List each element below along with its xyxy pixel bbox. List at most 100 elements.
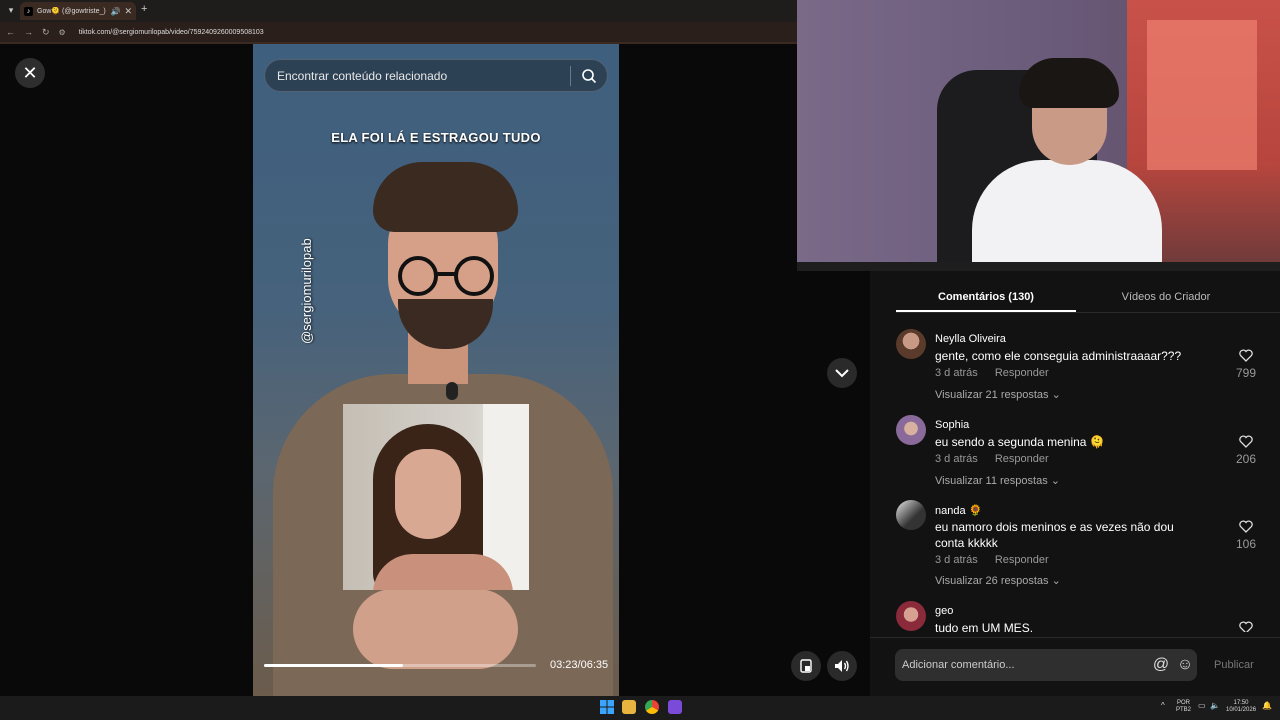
comments-tabs: Comentários (130) Vídeos do Criador (896, 283, 1280, 313)
speaker-icon[interactable]: 🔈 (1210, 702, 1220, 710)
video-time: 03:23/06:35 (550, 659, 609, 671)
keyboard-layout: PTB2 (1176, 707, 1192, 713)
url-field[interactable]: tiktok.com/@sergiomurilopab/video/759240… (79, 29, 264, 36)
video-person-glasses (390, 256, 502, 296)
comment-text: tudo em UM MES. (935, 621, 1034, 632)
clock-time: 17:50 (1233, 700, 1249, 706)
floating-player-icon (800, 659, 812, 673)
network-icon[interactable]: ▭ (1198, 702, 1206, 710)
view-replies-button[interactable]: Visualizar 26 respostas ⌄ (935, 574, 1061, 587)
new-tab-button[interactable]: + (141, 3, 147, 15)
address-bar: ← → ↻ ⚙ tiktok.com/@sergiomurilopab/vide… (0, 22, 797, 42)
comment-time: 3 d atrás (935, 367, 978, 379)
close-icon[interactable]: ✕ (15, 58, 45, 88)
comment-text: gente, como ele conseguia administraaaar… (935, 349, 1182, 363)
comment-text: eu sendo a segunda menina 🫠 (935, 435, 1105, 449)
comment-author[interactable]: Neylla Oliveira (935, 333, 1006, 345)
reply-button[interactable]: Responder (995, 554, 1049, 566)
search-icon[interactable] (571, 68, 607, 84)
chevron-down-icon (835, 369, 849, 378)
tab-creator-videos[interactable]: Vídeos do Criador (1076, 283, 1256, 312)
heart-icon[interactable] (1236, 435, 1256, 453)
video-caption: ELA FOI LÁ E ESTRAGOU TUDO (331, 130, 541, 145)
notification-bell-icon[interactable]: 🔔 (1262, 702, 1272, 710)
site-info-icon[interactable]: ⚙ (59, 28, 66, 37)
related-content-search[interactable]: Encontrar conteúdo relacionado (264, 59, 608, 92)
video-person-hair (373, 162, 518, 232)
video-progress-fill (264, 664, 403, 667)
reply-button[interactable]: Responder (995, 453, 1049, 465)
comment-meta: 3 d atrás Responder (935, 453, 1049, 465)
volume-icon (835, 660, 849, 672)
comments-panel: Comentários (130) Vídeos do Criador Neyl… (870, 271, 1280, 696)
heart-icon[interactable] (1236, 349, 1256, 367)
comment-time: 3 d atrás (935, 554, 978, 566)
comment-author[interactable]: geo (935, 605, 953, 617)
avatar[interactable] (896, 415, 926, 445)
browser-tab[interactable]: ♪ Gow🫠 (@gowtriste_) | Tik 🔊 ✕ (20, 2, 136, 20)
language-code: POR (1177, 700, 1191, 706)
tab-audio-icon[interactable]: 🔊 (110, 7, 120, 16)
view-replies-button[interactable]: Visualizar 21 respostas ⌄ (935, 388, 1061, 401)
tab-list-chevron-icon[interactable]: ▾ (4, 3, 18, 17)
back-arrow-icon[interactable]: ← (6, 27, 15, 37)
comment-author[interactable]: Sophia (935, 419, 969, 431)
add-comment-box[interactable]: Adicionar comentário... @ ☺ (895, 649, 1197, 681)
discord-icon[interactable] (668, 700, 682, 714)
tab-close-icon[interactable]: ✕ (124, 6, 132, 17)
comment-meta: 3 d atrás Responder (935, 554, 1049, 566)
windows-start-icon[interactable] (600, 700, 614, 714)
chevron-down-icon: ⌄ (1050, 475, 1060, 487)
comment-meta: 3 d atrás Responder (935, 367, 1049, 379)
comment-text: eu namoro dois meninos e as vezes não do… (935, 520, 1174, 550)
video-microphone (446, 382, 458, 400)
publish-button[interactable]: Publicar (1214, 659, 1254, 671)
video-inset-clip (343, 404, 529, 590)
avatar[interactable] (896, 329, 926, 359)
taskbar: ^ POR PTB2 ▭ 🔈 17:50 10/01/2026 🔔 (0, 696, 1280, 720)
comment-author[interactable]: nanda 🌻 (935, 504, 982, 517)
chevron-down-icon: ⌄ (1051, 575, 1061, 587)
comment-input[interactable]: Adicionar comentário... (895, 659, 1149, 671)
chevron-down-icon: ⌄ (1051, 389, 1061, 401)
scroll-down-button[interactable] (827, 358, 857, 388)
language-indicator[interactable]: POR PTB2 (1176, 700, 1191, 714)
forward-arrow-icon[interactable]: → (24, 27, 33, 37)
file-explorer-icon[interactable] (622, 700, 636, 714)
video-player[interactable]: Encontrar conteúdo relacionado ELA FOI L… (253, 44, 619, 696)
screen: ▾ ♪ Gow🫠 (@gowtriste_) | Tik 🔊 ✕ + ← → ↻… (0, 0, 1280, 720)
avatar[interactable] (896, 601, 926, 631)
like-count: 206 (1235, 452, 1257, 466)
reply-button[interactable]: Responder (995, 367, 1049, 379)
view-replies-label: Visualizar 11 respostas (935, 475, 1048, 487)
heart-icon[interactable] (1236, 520, 1256, 538)
emoji-icon[interactable]: ☺ (1173, 656, 1197, 674)
chrome-icon[interactable] (645, 700, 659, 714)
view-replies-label: Visualizar 21 respostas (935, 389, 1049, 401)
like-count: 799 (1235, 366, 1257, 380)
comment-time: 3 d atrás (935, 453, 978, 465)
floating-player-button[interactable] (791, 651, 821, 681)
video-watermark: @sergiomurilopab (299, 238, 314, 344)
browser-tab-bar: ▾ ♪ Gow🫠 (@gowtriste_) | Tik 🔊 ✕ + (0, 0, 797, 22)
tray-chevron-up-icon[interactable]: ^ (1161, 702, 1165, 710)
tab-comments[interactable]: Comentários (130) (896, 283, 1076, 312)
comment-input-divider (870, 637, 1280, 638)
view-replies-button[interactable]: Visualizar 11 respostas ⌄ (935, 474, 1060, 487)
avatar[interactable] (896, 500, 926, 530)
mention-icon[interactable]: @ (1149, 656, 1173, 674)
video-progress-bar[interactable] (264, 664, 536, 667)
tab-title: Gow🫠 (@gowtriste_) | Tik (37, 8, 106, 15)
clock-date: 10/01/2026 (1226, 707, 1257, 713)
video-hand (353, 589, 518, 669)
comments-list: Neylla Oliveira gente, como ele consegui… (896, 323, 1280, 632)
webcam-overlay (797, 0, 1280, 271)
clock[interactable]: 17:50 10/01/2026 (1226, 700, 1256, 714)
search-input[interactable]: Encontrar conteúdo relacionado (265, 69, 570, 83)
view-replies-label: Visualizar 26 respostas (935, 575, 1049, 587)
like-count: 106 (1235, 537, 1257, 551)
volume-button[interactable] (827, 651, 857, 681)
reload-icon[interactable]: ↻ (42, 27, 50, 38)
heart-icon[interactable] (1236, 621, 1256, 632)
tiktok-favicon-icon: ♪ (24, 6, 33, 16)
